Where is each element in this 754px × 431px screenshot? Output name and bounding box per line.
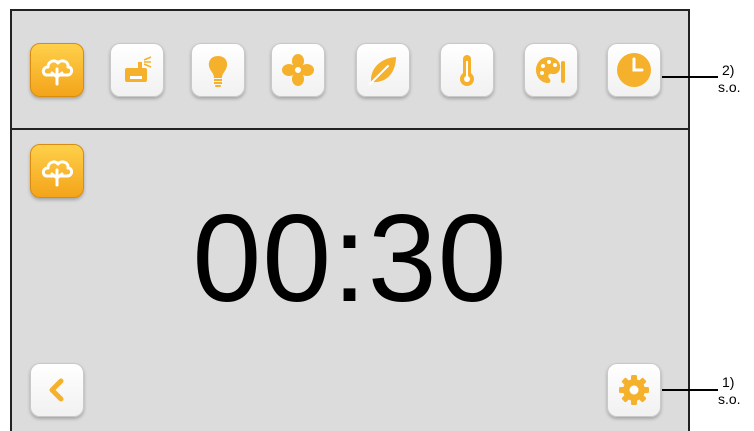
thermometer-icon <box>460 55 474 86</box>
steam-generator-button[interactable] <box>110 43 164 97</box>
current-mode-indicator <box>30 144 84 198</box>
back-button[interactable] <box>30 363 84 417</box>
eco-mode-button[interactable] <box>356 43 410 97</box>
light-bulb-icon <box>208 56 228 87</box>
callout-text-top: s.o. <box>718 79 741 95</box>
fan-button[interactable] <box>271 43 325 97</box>
callout-number-bottom: 1) <box>722 374 735 390</box>
top-toolbar <box>12 11 688 130</box>
light-button[interactable] <box>191 43 245 97</box>
temperature-button[interactable] <box>440 43 494 97</box>
leaf-icon <box>369 57 396 85</box>
gear-icon <box>619 375 649 405</box>
callout-text-bottom: s.o. <box>718 391 741 407</box>
callout-line-bottom <box>662 389 718 391</box>
palette-icon <box>536 57 565 83</box>
callout-number-top: 2) <box>722 62 735 78</box>
fan-icon <box>282 54 314 86</box>
steam-mode-button[interactable] <box>30 43 84 97</box>
chevron-left-icon <box>49 378 64 402</box>
steam-cloud-icon <box>41 160 74 187</box>
timer-display: 00:30 <box>192 190 508 328</box>
color-button[interactable] <box>524 43 578 97</box>
control-panel-screen: 00:30 <box>10 9 690 431</box>
settings-button[interactable] <box>607 363 661 417</box>
clock-icon <box>617 53 651 87</box>
timer-button[interactable] <box>607 43 661 97</box>
callout-line-top <box>662 76 718 78</box>
steam-cloud-icon <box>41 59 74 86</box>
steam-generator-icon <box>125 56 152 82</box>
